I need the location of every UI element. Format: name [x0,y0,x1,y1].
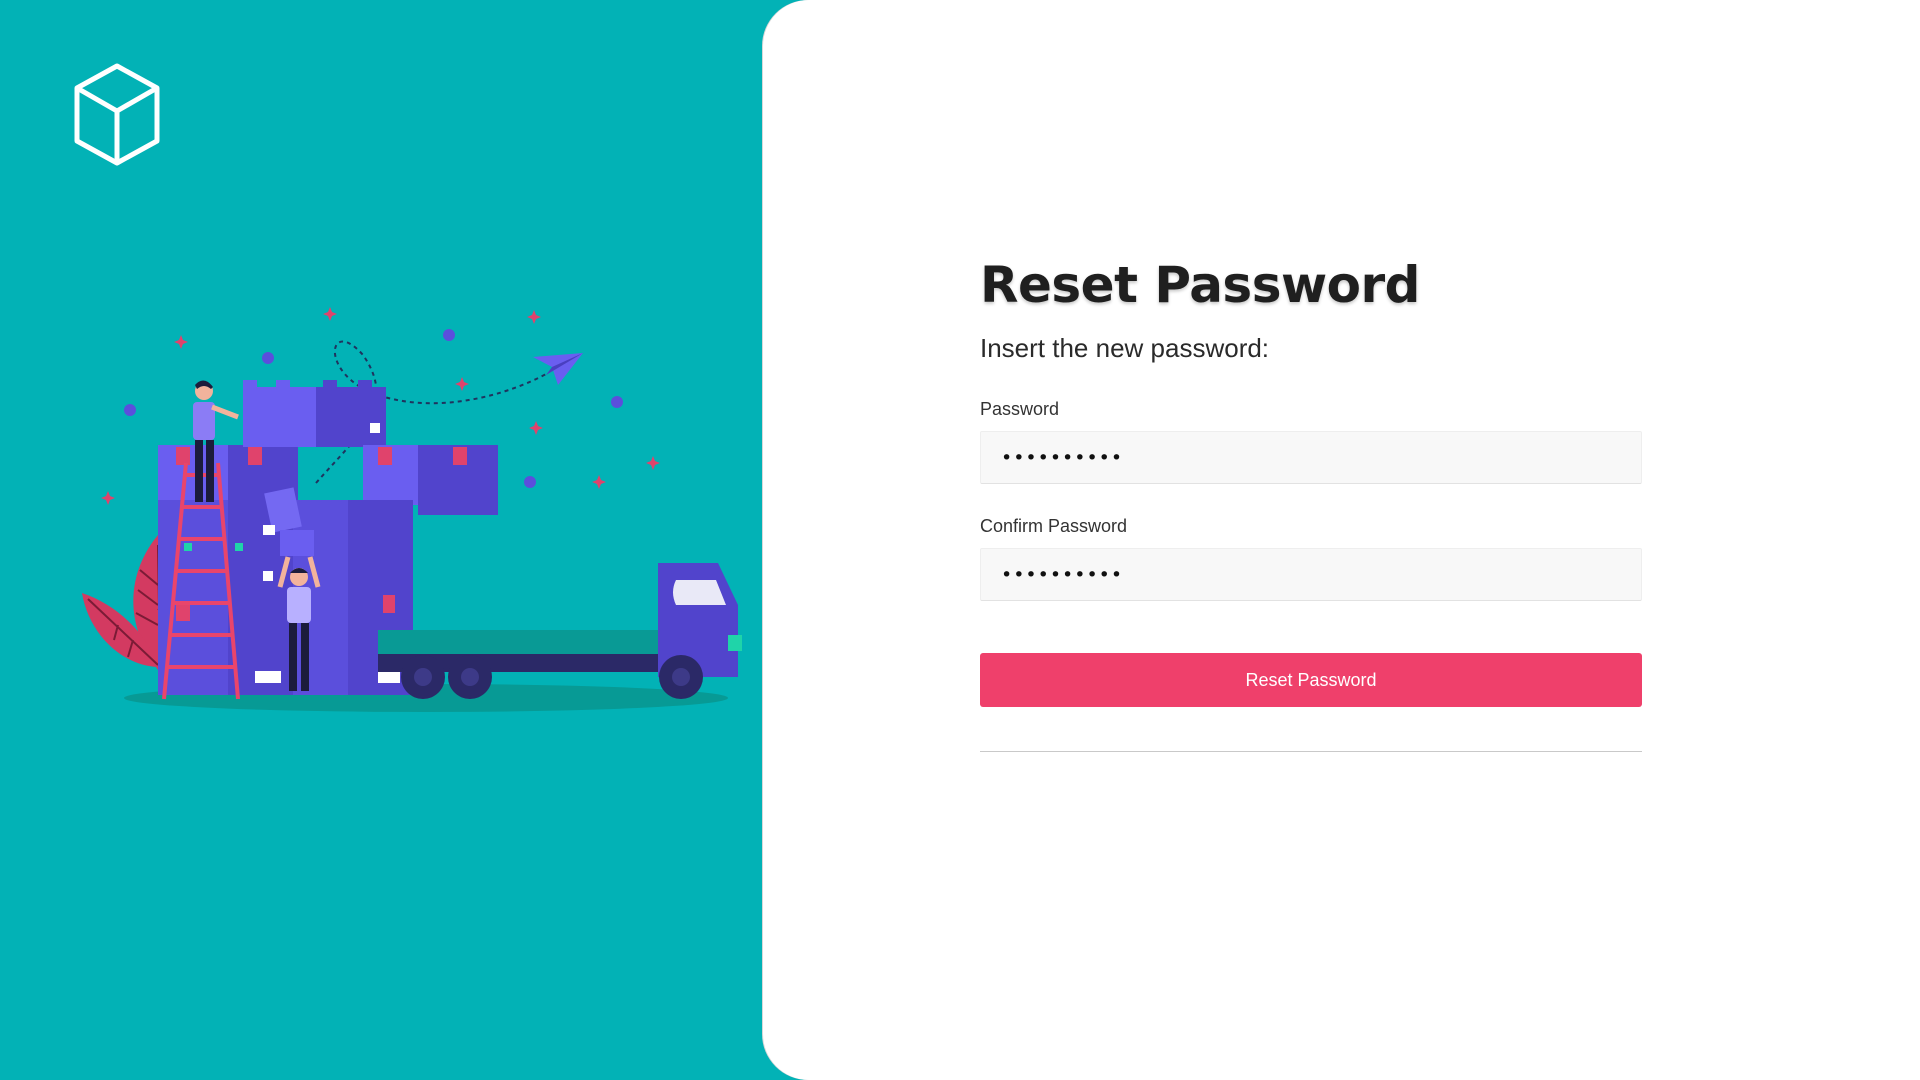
divider [980,751,1642,752]
reset-password-form: Reset Password Insert the new password: … [980,250,1642,752]
truck [378,563,742,699]
cube-logo-icon [74,63,160,166]
form-instructions: Insert the new password: [980,333,1270,363]
left-panel [0,0,763,1080]
right-panel: Reset Password Insert the new password: … [763,0,1920,1080]
delivery-illustration [82,307,742,712]
paper-plane-icon [533,353,583,385]
page-title: Reset Password [980,256,1420,314]
password-input[interactable] [980,431,1642,484]
reset-password-button[interactable]: Reset Password [980,653,1642,707]
confirm-password-label: Confirm Password [980,516,1128,536]
password-label: Password [980,399,1060,419]
confirm-password-input[interactable] [980,548,1642,601]
